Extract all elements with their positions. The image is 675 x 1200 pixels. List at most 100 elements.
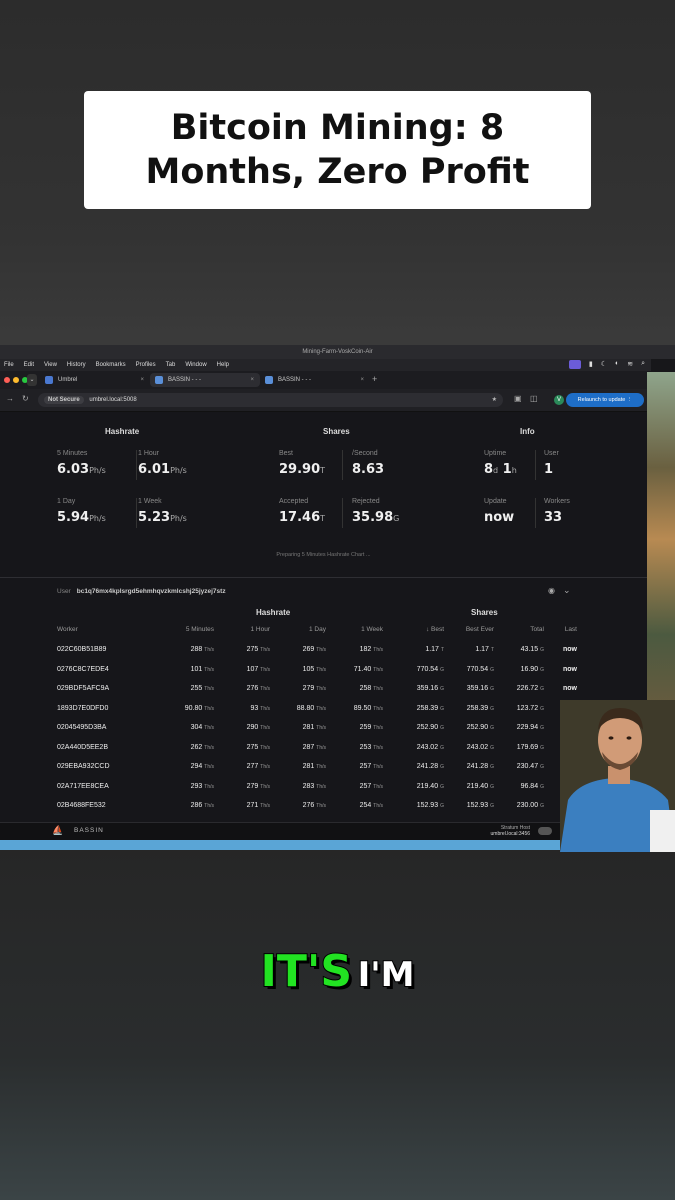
screen-record-icon[interactable] (568, 360, 581, 369)
column-header[interactable]: Last (552, 626, 577, 633)
cell-unit: G (490, 666, 494, 673)
cell-unit: G (540, 803, 544, 809)
eye-icon[interactable]: ◉ (548, 586, 555, 595)
column-header[interactable]: 5 Minutes (150, 626, 214, 633)
table-cell: 219.40 G (390, 783, 444, 790)
table-row[interactable]: 1893D7E0DFD0 90.80 Th/s 93 Th/s 88.80 Th/s 89.5… (0, 700, 647, 720)
not-secure-badge[interactable]: Not Secure (44, 396, 84, 404)
cell-unit: G (490, 803, 494, 809)
minimize-window-icon[interactable] (13, 377, 19, 383)
stat-accepted: Accepted 17.46T (279, 498, 326, 525)
table-cell: 152.93 G (390, 802, 444, 809)
window-title: Mining-Farm-VoskCoin-Air (0, 345, 675, 359)
stat-per-second: /Second 8.63 (352, 450, 385, 477)
cell-value: 230.00 (516, 802, 539, 809)
table-row[interactable]: 02B4688FE532 286 Th/s 271 Th/s 276 Th/s 254 Th/s… (0, 797, 647, 817)
menu-item-bookmarks[interactable]: Bookmarks (96, 359, 126, 371)
cell-value: 269 (302, 646, 315, 653)
column-header[interactable]: 1 Day (272, 626, 326, 633)
cell-value: 275 (246, 743, 259, 751)
extensions-icon[interactable]: ▣ (514, 394, 522, 403)
cell-value: 258.39 (466, 704, 489, 712)
table-cell: 96.84 G (498, 783, 544, 790)
cell-unit: Th/s (373, 725, 383, 731)
url-bar[interactable]: Not Secure umbrel.local:5008 ★ (38, 393, 503, 407)
back-icon[interactable]: → (6, 394, 14, 403)
menu-item-help[interactable]: Help (217, 359, 229, 371)
moon-icon[interactable]: ☾ (601, 360, 607, 370)
table-row[interactable]: 029EBA932CCD 294 Th/s 277 Th/s 281 Th/s 257 Th/s… (0, 758, 647, 778)
table-cell: 253 Th/s (328, 744, 383, 751)
table-cell: 243.02 G (390, 744, 444, 751)
tab-bassin[interactable]: BASSIN - - - × (260, 373, 370, 387)
table-row[interactable]: 02A717EE8CEA 293 Th/s 279 Th/s 283 Th/s 257 Th/s… (0, 778, 647, 798)
cell-value: 253 (359, 743, 372, 751)
video-title: Bitcoin Mining: 8 Months, Zero Profit (145, 108, 530, 192)
relaunch-to-update-button[interactable]: Relaunch to update ⋮ (566, 393, 644, 407)
column-header[interactable]: 1 Hour (215, 626, 270, 633)
close-tab-icon[interactable]: × (250, 373, 254, 387)
table-row[interactable]: 022C60B51B89 288 Th/s 275 Th/s 269 Th/s 182 Th/s… (0, 641, 647, 661)
cell-unit: Th/s (316, 744, 326, 751)
worker-name: 02A717EE8CEA (57, 783, 147, 790)
chevron-down-icon[interactable]: ⌄ (563, 585, 571, 596)
contrast-icon[interactable]: ◐ (615, 360, 619, 370)
column-header[interactable]: Best Ever (448, 626, 494, 633)
close-tab-icon[interactable]: × (360, 373, 364, 387)
table-cell: 269 Th/s (272, 646, 326, 653)
table-row[interactable]: 0276C8C7EDE4 101 Th/s 107 Th/s 105 Th/s 71.40 Th… (0, 661, 647, 681)
cell-value: 257 (359, 763, 372, 770)
column-header[interactable]: Worker (57, 626, 147, 633)
cell-unit: Th/s (316, 725, 326, 731)
cell-value: 243.02 (416, 743, 439, 751)
cell-unit: Th/s (260, 647, 270, 653)
table-cell: 219.40 G (448, 783, 494, 790)
table-cell: 252.90 G (390, 724, 444, 731)
cell-value: 258.39 (416, 704, 439, 712)
reload-icon[interactable]: ↻ (22, 394, 29, 403)
puzzle-icon[interactable]: ◫ (530, 394, 538, 403)
table-cell: 279 Th/s (272, 685, 326, 692)
table-cell: 241.28 G (390, 763, 444, 770)
theme-toggle[interactable] (538, 827, 552, 835)
new-tab-icon[interactable]: + (372, 374, 377, 384)
menu-bar: File Edit View History Bookmarks Profiles Tab W… (0, 359, 651, 371)
bassin-dashboard: Hashrate Shares Info 5 Minutes 6.03Ph/s … (0, 412, 647, 822)
cell-unit: G (440, 705, 444, 712)
menu-item-tab[interactable]: Tab (166, 359, 176, 371)
table-row[interactable]: 02A440D5EE2B 262 Th/s 275 Th/s 287 Th/s 253 Th/s… (0, 739, 647, 759)
column-header[interactable]: ↓ Best (390, 626, 444, 633)
menu-item-file[interactable]: File (4, 359, 14, 371)
tab-bassin-active[interactable]: BASSIN - - - × (150, 373, 260, 387)
stat-rejected: Rejected 35.98G (352, 498, 400, 525)
menu-item-history[interactable]: History (67, 359, 86, 371)
column-header[interactable]: 1 Week (328, 626, 383, 633)
menu-item-edit[interactable]: Edit (24, 359, 34, 371)
profile-avatar[interactable]: V (554, 395, 564, 405)
table-row[interactable]: 02045495D3BA 304 Th/s 290 Th/s 281 Th/s 259 Th/s… (0, 719, 647, 739)
cell-value: 359.16 (416, 685, 439, 692)
table-header: Worker 5 Minutes 1 Hour 1 Day 1 Week ↓ Best Be… (0, 626, 647, 638)
search-icon[interactable]: ⌕ (641, 360, 645, 370)
cell-unit: G (490, 705, 494, 712)
menu-item-window[interactable]: Window (185, 359, 206, 371)
cell-value: 252.90 (416, 724, 439, 731)
wifi-icon[interactable]: ≋ (627, 360, 633, 370)
bookmark-star-icon[interactable]: ★ (492, 393, 497, 407)
cell-value: 02B4688FE532 (57, 802, 106, 809)
menu-item-profiles[interactable]: Profiles (136, 359, 156, 371)
menu-item-view[interactable]: View (44, 359, 57, 371)
close-window-icon[interactable] (4, 377, 10, 383)
table-cell: 262 Th/s (150, 744, 214, 751)
cell-value: 1.17 (475, 646, 489, 653)
table-cell: 230.47 G (498, 763, 544, 770)
table-cell: 90.80 Th/s (150, 705, 214, 712)
tab-umbrel[interactable]: Umbrel × (40, 373, 150, 387)
close-tab-icon[interactable]: × (140, 373, 144, 387)
cell-unit: Th/s (373, 783, 383, 790)
table-cell: 294 Th/s (150, 763, 214, 770)
table-row[interactable]: 029BDF5AFC9A 255 Th/s 276 Th/s 279 Th/s 258 Th/s… (0, 680, 647, 700)
table-cell: 123.72 G (498, 705, 544, 712)
column-header[interactable]: Total (498, 626, 544, 633)
tab-menu-chevron-icon[interactable]: ⌄ (27, 374, 37, 386)
